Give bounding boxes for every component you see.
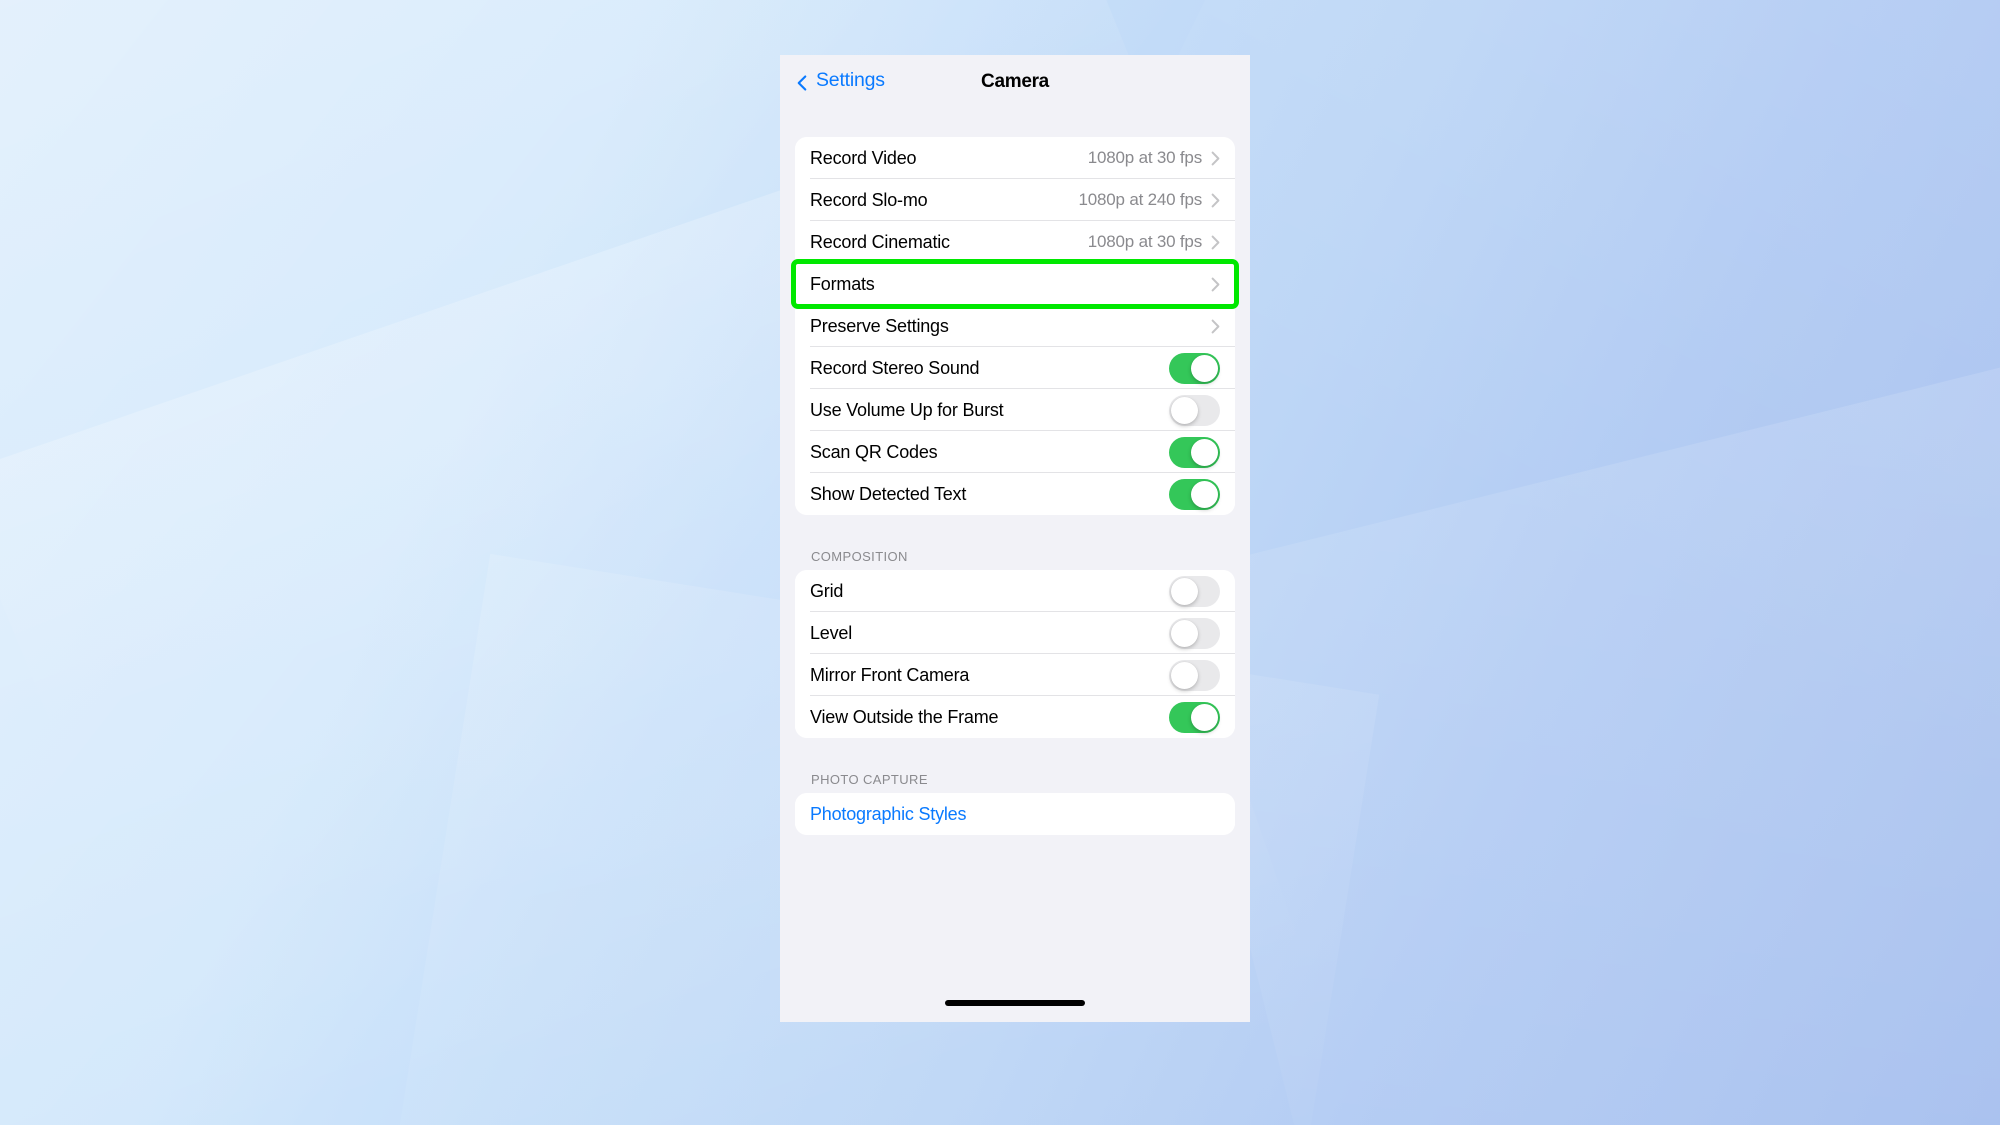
- settings-row-label: Photographic Styles: [810, 803, 967, 824]
- toggle-knob: [1191, 354, 1218, 382]
- settings-row-label: Level: [810, 622, 853, 643]
- settings-row-label: Record Slo-mo: [810, 189, 928, 210]
- wallpaper-background: Settings Camera Record Video 1080p at 30 …: [0, 0, 2000, 1125]
- toggle-switch[interactable]: [1169, 617, 1220, 649]
- toggle-knob: [1171, 619, 1198, 647]
- toggle-switch[interactable]: [1169, 436, 1220, 468]
- toggle-knob: [1171, 661, 1198, 689]
- settings-row[interactable]: View Outside the Frame: [795, 696, 1235, 738]
- settings-group: Grid Level Mirror Front Camera View Outside…: [795, 570, 1235, 738]
- settings-row[interactable]: Record Slo-mo 1080p at 240 fps: [795, 179, 1235, 221]
- settings-row-value: 1080p at 30 fps: [1087, 232, 1202, 251]
- toggle-switch[interactable]: [1169, 659, 1220, 691]
- toggle-switch[interactable]: [1169, 352, 1220, 384]
- chevron-right-icon: [1211, 319, 1220, 334]
- settings-row[interactable]: Mirror Front Camera: [795, 654, 1235, 696]
- page-title: Camera: [981, 71, 1049, 92]
- navigation-bar: Settings Camera: [780, 55, 1250, 115]
- settings-row[interactable]: Level: [795, 612, 1235, 654]
- settings-row[interactable]: Photographic Styles: [795, 793, 1235, 835]
- toggle-switch[interactable]: [1169, 394, 1220, 426]
- section-header: PHOTO CAPTURE: [811, 772, 928, 787]
- toggle-knob: [1171, 396, 1198, 424]
- toggle-switch[interactable]: [1169, 478, 1220, 510]
- settings-group: Photographic Styles: [795, 793, 1235, 835]
- settings-row-value: 1080p at 240 fps: [1078, 190, 1203, 209]
- settings-row-label: Preserve Settings: [810, 315, 949, 336]
- toggle-switch[interactable]: [1169, 575, 1220, 607]
- settings-row[interactable]: Record Stereo Sound: [795, 347, 1235, 389]
- settings-row-label: Record Cinematic: [810, 231, 950, 252]
- phone-viewport: Settings Camera Record Video 1080p at 30 …: [780, 55, 1250, 1022]
- chevron-right-icon: [1211, 193, 1220, 208]
- settings-row[interactable]: Grid: [795, 570, 1235, 612]
- settings-row-label: Record Stereo Sound: [810, 357, 980, 378]
- settings-row-label: Mirror Front Camera: [810, 664, 970, 685]
- wallpaper-facet: [1157, 311, 2000, 1125]
- toggle-knob: [1191, 703, 1218, 731]
- settings-row[interactable]: Show Detected Text: [795, 473, 1235, 515]
- toggle-knob: [1191, 480, 1218, 508]
- settings-list: Record Video 1080p at 30 fps Record Slo-mo…: [780, 115, 1250, 835]
- settings-row-label: Record Video: [810, 147, 917, 168]
- settings-row[interactable]: Use Volume Up for Burst: [795, 389, 1235, 431]
- settings-row-label: Scan QR Codes: [810, 441, 938, 462]
- toggle-switch[interactable]: [1169, 701, 1220, 733]
- settings-row[interactable]: Formats: [791, 259, 1239, 309]
- settings-row[interactable]: Scan QR Codes: [795, 431, 1235, 473]
- settings-row-label: Show Detected Text: [810, 483, 967, 504]
- settings-group: Record Video 1080p at 30 fps Record Slo-mo…: [791, 137, 1239, 515]
- settings-row[interactable]: Record Cinematic 1080p at 30 fps: [795, 221, 1235, 263]
- settings-row-label: Grid: [810, 580, 844, 601]
- chevron-right-icon: [1211, 151, 1220, 166]
- chevron-right-icon: [1211, 277, 1220, 292]
- chevron-right-icon: [1211, 235, 1220, 250]
- settings-row-label: Formats: [810, 273, 875, 294]
- settings-row[interactable]: Record Video 1080p at 30 fps: [795, 137, 1235, 179]
- home-indicator: [945, 1000, 1085, 1006]
- settings-row-value: 1080p at 30 fps: [1087, 148, 1202, 167]
- settings-row[interactable]: Preserve Settings: [795, 305, 1235, 347]
- settings-row-label: Use Volume Up for Burst: [810, 399, 1004, 420]
- toggle-knob: [1171, 577, 1198, 605]
- toggle-knob: [1191, 438, 1218, 466]
- settings-row-label: View Outside the Frame: [810, 706, 999, 727]
- section-header: COMPOSITION: [811, 549, 908, 564]
